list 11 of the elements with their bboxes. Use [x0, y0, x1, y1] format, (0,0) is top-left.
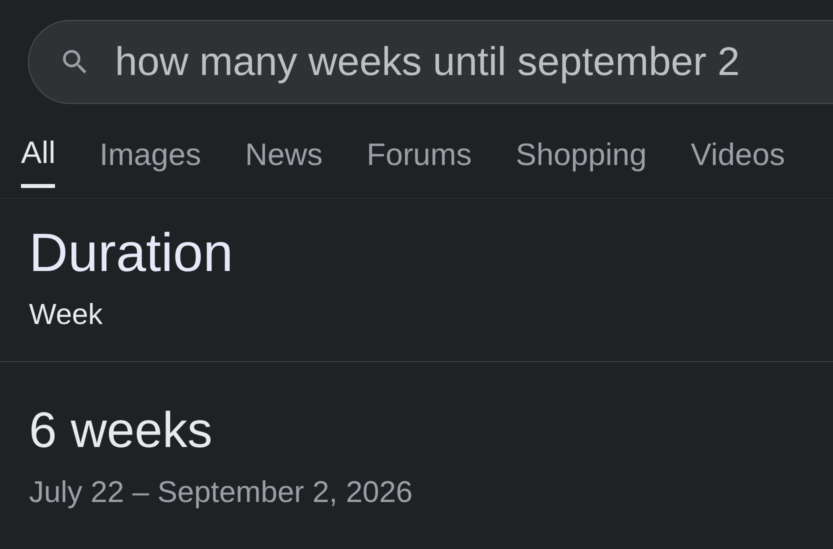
title: Duration — [29, 222, 234, 285]
result-text: 6 weeks — [29, 402, 212, 458]
date-range: July 22 – September 2, 2026 — [29, 476, 413, 510]
tab[interactable]: Videos — [690, 132, 785, 188]
tab[interactable]: News — [245, 132, 323, 188]
tab[interactable]: All — [21, 132, 56, 188]
tab[interactable]: Shopping — [516, 132, 647, 188]
unit-label: Week — [29, 298, 104, 333]
tab[interactable]: Forums — [366, 132, 472, 188]
search-field[interactable]: how many weeks until september 2 — [28, 20, 833, 104]
tab[interactable]: Images — [99, 132, 202, 188]
